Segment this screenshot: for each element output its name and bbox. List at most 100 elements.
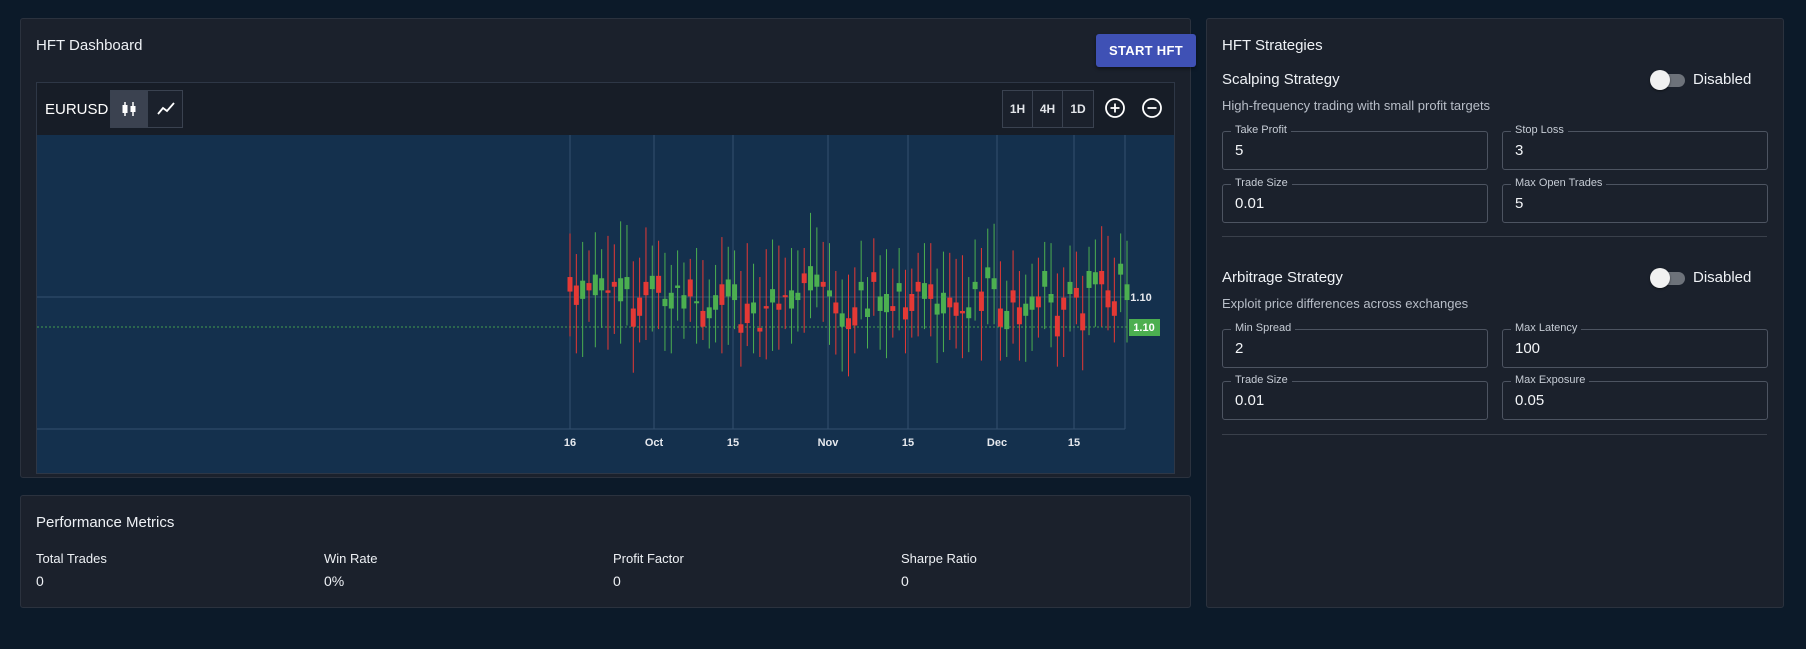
performance-title: Performance Metrics [36,514,175,531]
max-latency-input[interactable] [1515,340,1755,357]
chart-toolbar: EURUSD 1H 4H 1D [37,83,1174,135]
dashboard-title: HFT Dashboard [36,37,143,54]
chart-type-toggle [110,90,183,128]
toggle-knob [1650,268,1670,288]
candle-body [1042,270,1048,287]
candle-body [1035,296,1041,308]
arbitrage-strategy-title: Arbitrage Strategy [1222,269,1343,286]
candle-body [1048,294,1054,303]
divider [1222,434,1767,435]
timeframe-1h-button[interactable]: 1H [1003,91,1033,127]
candle-body [801,273,807,284]
candle-body [789,290,795,309]
take-profit-label: Take Profit [1231,124,1291,136]
timeframe-1d-button[interactable]: 1D [1063,91,1093,127]
x-tick-label: 15 [1068,437,1080,449]
candle-body [1029,296,1035,310]
candle-body [877,296,883,311]
max-open-trades-field[interactable]: Max Open Trades [1502,177,1768,223]
candle-body [1124,284,1130,301]
candle-body [921,283,927,299]
candle-body [763,306,769,309]
metric-label-profit-factor: Profit Factor [613,551,684,566]
arbitrage-status-label: Disabled [1693,269,1752,286]
candle-body [1023,303,1029,316]
candle-body [782,295,788,298]
start-hft-button[interactable]: START HFT [1096,34,1196,67]
max-exposure-input[interactable] [1515,392,1755,409]
candle-body [599,278,605,291]
zoom-in-icon[interactable] [1104,97,1126,119]
take-profit-field[interactable]: Take Profit [1222,124,1488,170]
candle-body [928,284,934,299]
last-price-label: 1.10 [1133,322,1154,334]
candle-body [605,290,611,293]
candle-body [966,307,972,319]
candle-body [687,279,693,297]
min-spread-field[interactable]: Min Spread [1222,322,1488,368]
scalping-trade-size-input[interactable] [1235,195,1475,212]
metric-value-sharpe-ratio: 0 [901,573,909,589]
candle-body [985,267,991,279]
candle-body [1010,290,1016,303]
candle-body [953,302,959,316]
max-open-trades-input[interactable] [1515,195,1755,212]
strategies-title: HFT Strategies [1222,37,1323,54]
scalping-toggle[interactable] [1650,70,1686,90]
candle-body [997,308,1003,327]
price-chart[interactable]: EURUSD 1H 4H 1D 16 Oct 15 Nov 15 Dec 15 … [36,82,1175,474]
candle-body [846,318,851,330]
candle-body [744,303,750,324]
max-exposure-field[interactable]: Max Exposure [1502,374,1768,420]
candle-body [586,283,592,291]
candle-body [643,281,649,296]
candle-body [662,298,668,307]
candle-body [649,275,655,290]
candle-body [858,281,864,291]
candle-body [909,294,915,311]
stop-loss-field[interactable]: Stop Loss [1502,124,1768,170]
stop-loss-input[interactable] [1515,142,1755,159]
candlestick-chart-svg[interactable]: 16 Oct 15 Nov 15 Dec 15 1.10 1.10 [37,135,1174,473]
line-chart-button[interactable] [147,91,183,127]
candle-body [890,306,896,311]
candle-body [751,302,757,314]
candle-body [991,278,997,290]
candle-body [1061,297,1067,310]
arbitrage-trade-size-input[interactable] [1235,392,1475,409]
y-tick-label: 1.10 [1130,292,1151,304]
metric-value-win-rate: 0% [324,573,345,589]
candle-body [820,281,826,287]
performance-metrics-panel: Performance Metrics Total Trades 0 Win R… [20,495,1191,608]
max-exposure-label: Max Exposure [1511,374,1590,386]
max-latency-field[interactable]: Max Latency [1502,322,1768,368]
candle-body [656,275,662,293]
scalping-description: High-frequency trading with small profit… [1222,98,1491,113]
metric-value-total-trades: 0 [36,573,44,589]
candlestick-button[interactable] [111,91,147,127]
min-spread-input[interactable] [1235,340,1475,357]
max-open-trades-label: Max Open Trades [1511,177,1607,189]
timeframe-group: 1H 4H 1D [1002,90,1094,128]
arbitrage-toggle[interactable] [1650,268,1686,288]
arbitrage-trade-size-field[interactable]: Trade Size [1222,374,1488,420]
candle-body [637,297,643,316]
candle-body [630,308,636,327]
candle-body [1073,287,1079,298]
symbol-label: EURUSD [45,101,109,118]
candle-body [852,307,858,326]
zoom-out-icon[interactable] [1141,97,1163,119]
candle-body [700,310,706,327]
timeframe-4h-button[interactable]: 4H [1033,91,1063,127]
candle-body [902,307,908,320]
scalping-trade-size-field[interactable]: Trade Size [1222,177,1488,223]
max-latency-label: Max Latency [1511,322,1582,334]
candle-body [808,266,814,291]
candle-body [732,284,738,301]
candle-body [934,303,940,315]
candle-body [776,303,782,310]
candle-body [1004,310,1010,330]
candle-body [624,277,630,290]
candle-body [1080,313,1086,331]
take-profit-input[interactable] [1235,142,1475,159]
